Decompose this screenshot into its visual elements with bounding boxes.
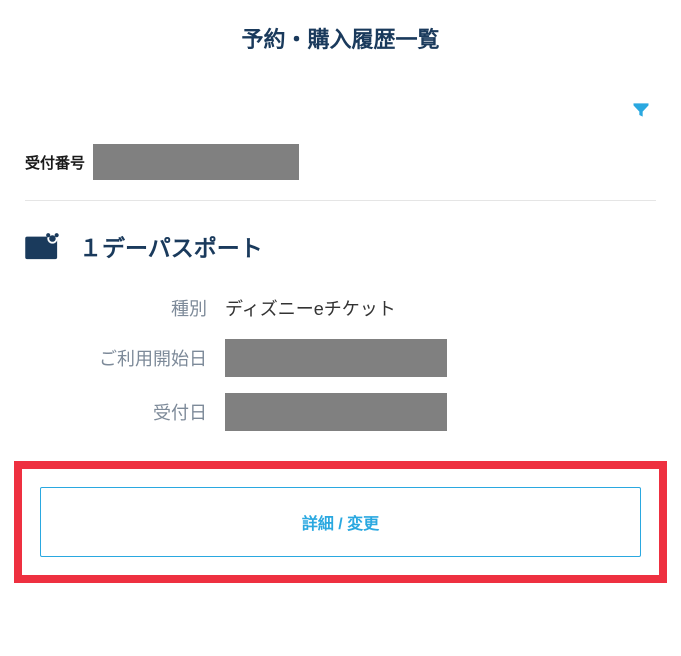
detail-change-button[interactable]: 詳細 / 変更 — [40, 487, 641, 557]
ticket-icon — [25, 231, 63, 261]
detail-label-receipt-date: 受付日 — [25, 399, 225, 425]
page-title: 予約・購入履歴一覧 — [0, 0, 681, 72]
filter-row — [0, 72, 681, 136]
highlight-box: 詳細 / 変更 — [14, 461, 667, 583]
receipt-number-row: 受付番号 — [25, 136, 656, 200]
receipt-number-value — [93, 144, 299, 180]
detail-value-start-date — [225, 339, 447, 377]
filter-icon[interactable] — [631, 100, 651, 120]
detail-label-start-date: ご利用開始日 — [25, 345, 225, 371]
detail-row-type: 種別 ディズニーeチケット — [25, 285, 656, 331]
detail-value-type: ディズニーeチケット — [225, 295, 396, 321]
product-header: １デーパスポート — [25, 201, 656, 285]
receipt-number-label: 受付番号 — [25, 152, 85, 173]
detail-row-start-date: ご利用開始日 — [25, 331, 656, 385]
detail-label-type: 種別 — [25, 295, 225, 321]
detail-row-receipt-date: 受付日 — [25, 385, 656, 439]
product-title: １デーパスポート — [79, 229, 263, 263]
detail-value-receipt-date — [225, 393, 447, 431]
